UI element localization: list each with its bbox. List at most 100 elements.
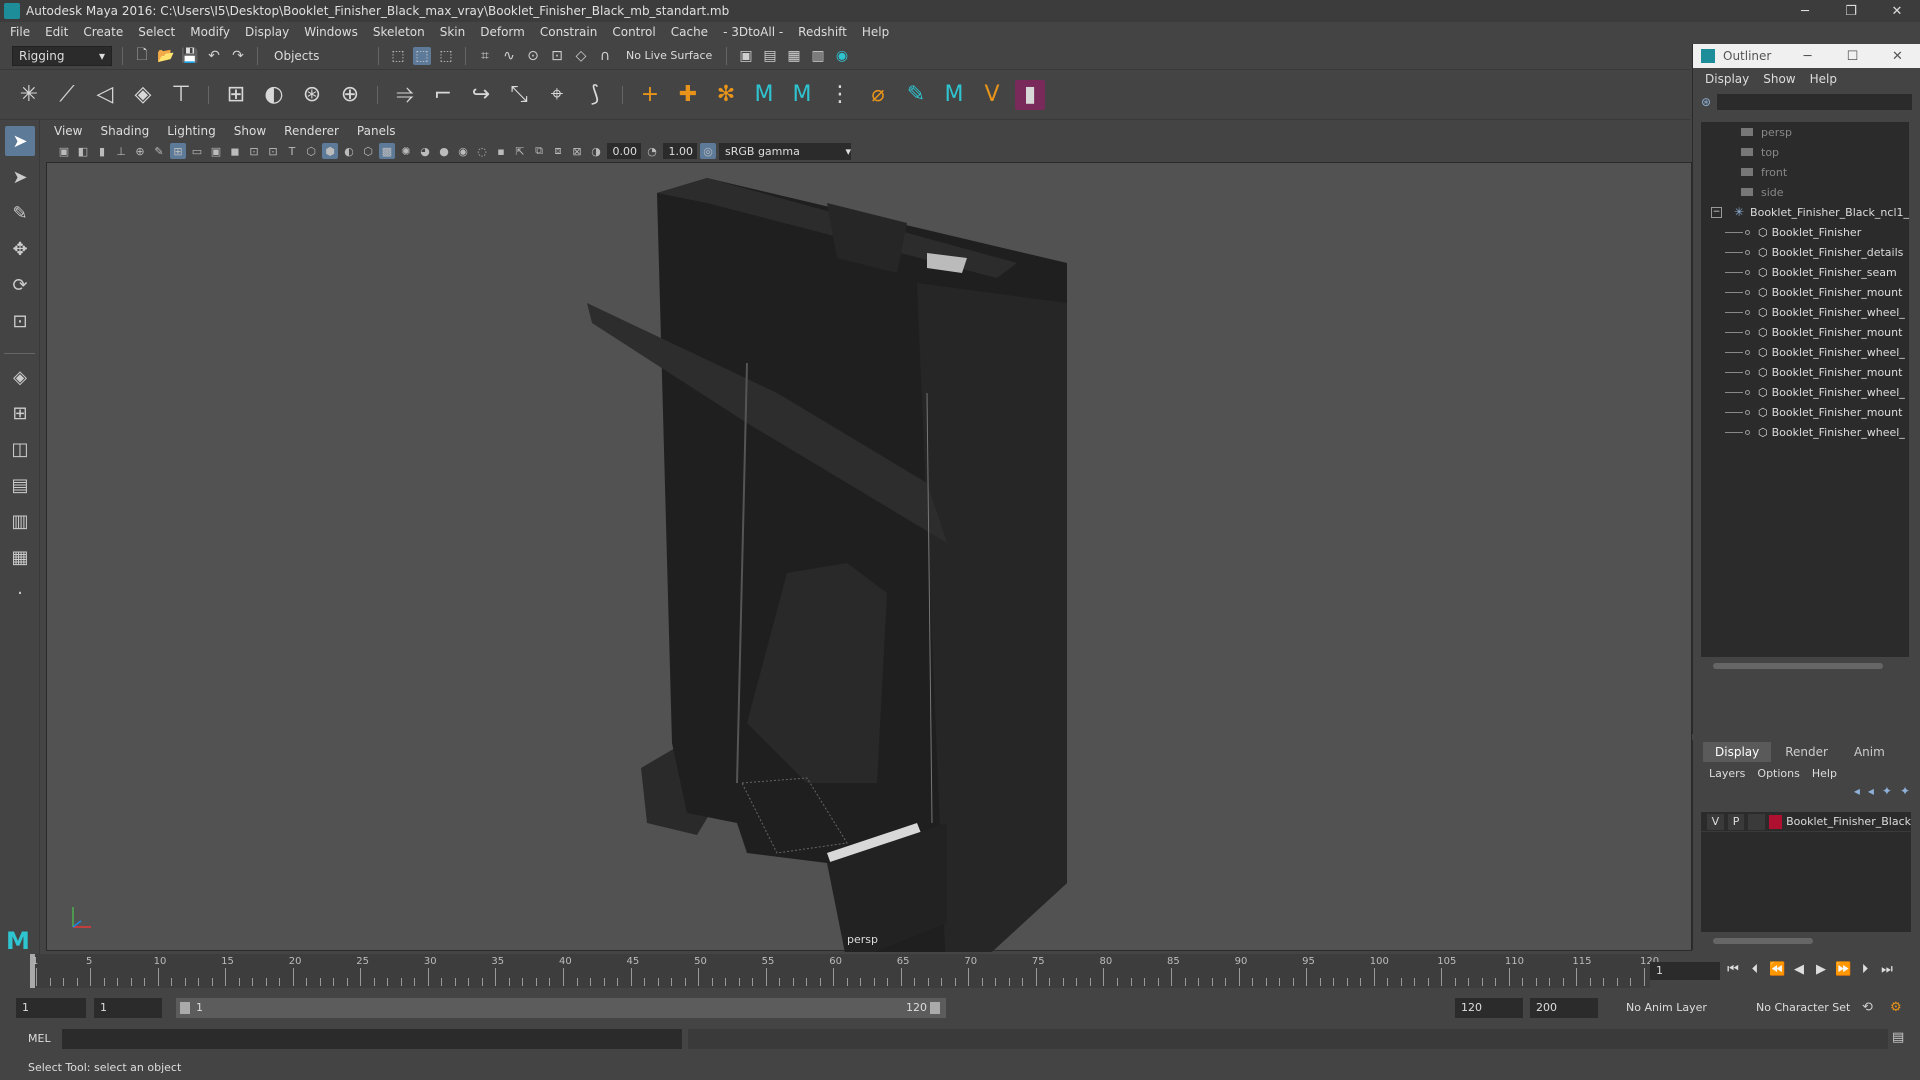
tree-item-child[interactable]: ⬡ Booklet_Finisher_details bbox=[1701, 242, 1909, 262]
motion-blur-icon[interactable]: ◉ bbox=[455, 143, 471, 159]
command-input[interactable] bbox=[62, 1029, 682, 1049]
blend-shape-icon[interactable]: ⤡ bbox=[504, 80, 534, 110]
layer-visibility-toggle[interactable]: V bbox=[1707, 813, 1724, 830]
layer-horizontal-scrollbar[interactable] bbox=[1701, 935, 1911, 947]
select-component-icon[interactable]: ⬚ bbox=[437, 47, 455, 65]
panel-menu-view[interactable]: View bbox=[54, 124, 82, 138]
gamma-icon[interactable]: ◔ bbox=[644, 143, 660, 159]
restore-button[interactable]: ❐ bbox=[1828, 0, 1874, 22]
select-hierarchy-icon[interactable]: ⬚ bbox=[389, 47, 407, 65]
step-back-frame-icon[interactable]: ⏴ bbox=[1747, 962, 1763, 977]
selection-mode-dropdown[interactable]: Objects bbox=[268, 45, 368, 66]
range-start-handle[interactable] bbox=[180, 1002, 190, 1014]
live-surface-label[interactable]: No Live Surface bbox=[626, 49, 716, 62]
menu-deform[interactable]: Deform bbox=[480, 25, 525, 39]
screen-space-ao-icon[interactable]: ● bbox=[436, 143, 452, 159]
sculpt-deformer-icon[interactable]: ⟆ bbox=[580, 80, 610, 110]
snap-surface-icon[interactable]: ◇ bbox=[572, 47, 590, 65]
range-bar[interactable]: 1 120 bbox=[176, 998, 946, 1018]
nonlinear-bend-icon[interactable]: ⌐ bbox=[428, 80, 458, 110]
perspective-viewport[interactable]: persp bbox=[46, 162, 1692, 952]
layer-display-type[interactable] bbox=[1748, 813, 1766, 830]
tree-item-side[interactable]: side bbox=[1701, 182, 1909, 202]
save-scene-icon[interactable]: 💾 bbox=[181, 47, 199, 65]
outliner-menu-help[interactable]: Help bbox=[1810, 72, 1837, 86]
isolate-select-icon[interactable]: ⇱ bbox=[512, 143, 528, 159]
script-language-label[interactable]: MEL bbox=[28, 1032, 51, 1045]
panel-menu-renderer[interactable]: Renderer bbox=[284, 124, 339, 138]
tree-item-child[interactable]: ⬡ Booklet_Finisher_mount bbox=[1701, 282, 1909, 302]
maya-script-3-icon[interactable]: M bbox=[939, 80, 969, 110]
menu-create[interactable]: Create bbox=[83, 25, 123, 39]
tree-item-child[interactable]: ⬡ Booklet_Finisher_wheel_ bbox=[1701, 302, 1909, 322]
snap-point-icon[interactable]: ⊙ bbox=[524, 47, 542, 65]
exposure-field[interactable]: 0.00 bbox=[607, 143, 641, 159]
tree-item-child[interactable]: ⬡ Booklet_Finisher_wheel_ bbox=[1701, 342, 1909, 362]
play-forwards-icon[interactable]: ▶ bbox=[1813, 962, 1829, 977]
close-button[interactable]: ✕ bbox=[1874, 0, 1920, 22]
magnet-icon[interactable]: ∩ bbox=[596, 47, 614, 65]
new-layer-icon[interactable]: ✦ bbox=[1882, 784, 1892, 804]
tab-display[interactable]: Display bbox=[1703, 742, 1772, 762]
camera-attributes-icon[interactable]: ◧ bbox=[75, 143, 91, 159]
safe-action-icon[interactable]: ⊡ bbox=[265, 143, 281, 159]
joint-tool-icon[interactable]: ✳ bbox=[14, 80, 44, 110]
film-gate-icon[interactable]: ▭ bbox=[189, 143, 205, 159]
hair-icon[interactable]: ⌀ bbox=[863, 80, 893, 110]
menu-windows[interactable]: Windows bbox=[304, 25, 358, 39]
color-management-icon[interactable]: ◎ bbox=[700, 143, 716, 159]
grid-icon[interactable]: ⊞ bbox=[170, 143, 186, 159]
menu-display[interactable]: Display bbox=[245, 25, 289, 39]
menu-3dtoall[interactable]: - 3DtoAll - bbox=[723, 25, 783, 39]
go-to-end-icon[interactable]: ⏭ bbox=[1879, 962, 1895, 977]
scrollbar-thumb[interactable] bbox=[1713, 938, 1813, 944]
single-view-icon[interactable]: ◈ bbox=[5, 362, 35, 392]
scrollbar-thumb[interactable] bbox=[1713, 663, 1883, 669]
tab-render[interactable]: Render bbox=[1773, 742, 1840, 762]
brush-icon[interactable]: ✎ bbox=[901, 80, 931, 110]
paint-select-icon[interactable]: ✎ bbox=[5, 198, 35, 228]
move-tool-icon[interactable]: ✥ bbox=[5, 234, 35, 264]
snap-grid-icon[interactable]: ⌗ bbox=[476, 47, 494, 65]
open-scene-icon[interactable]: 📂 bbox=[157, 47, 175, 65]
multisample-aa-icon[interactable]: ◌ bbox=[474, 143, 490, 159]
shadows-icon[interactable]: ◕ bbox=[417, 143, 433, 159]
character-set-dropdown[interactable]: No Character Set bbox=[1750, 998, 1870, 1018]
preferences-icon[interactable]: ⚙ bbox=[1890, 1000, 1902, 1015]
snap-view-icon[interactable]: ⊡ bbox=[548, 47, 566, 65]
select-tool-icon[interactable]: ➤ bbox=[5, 126, 35, 156]
move-layer-down-icon[interactable]: ◂ bbox=[1868, 784, 1874, 804]
tree-item-child[interactable]: ⬡ Booklet_Finisher bbox=[1701, 222, 1909, 242]
outliner-maximize-button[interactable]: ☐ bbox=[1830, 44, 1875, 68]
textured-icon[interactable]: ▩ bbox=[379, 143, 395, 159]
tree-item-child[interactable]: ⬡ Booklet_Finisher_wheel_ bbox=[1701, 382, 1909, 402]
layer-menu-help[interactable]: Help bbox=[1812, 767, 1837, 780]
gate-mask-icon[interactable]: ◼ bbox=[227, 143, 243, 159]
tree-item-top[interactable]: top bbox=[1701, 142, 1909, 162]
tree-item-persp[interactable]: persp bbox=[1701, 122, 1909, 142]
wireframe-on-shaded-icon[interactable]: ⬡ bbox=[360, 143, 376, 159]
tree-item-child[interactable]: ⬡ Booklet_Finisher_seam bbox=[1701, 262, 1909, 282]
v-tool-icon[interactable]: V bbox=[977, 80, 1007, 110]
time-ruler[interactable]: 1 5 10 15 20 25 30 35 40 45 50 55 60 65 70 75 80 85 90 95 10… bbox=[30, 954, 1659, 988]
step-forward-key-icon[interactable]: ⏩ bbox=[1835, 962, 1851, 977]
animation-start-field[interactable]: 1 bbox=[16, 998, 86, 1018]
layer-menu-options[interactable]: Options bbox=[1757, 767, 1799, 780]
maya-script-2-icon[interactable]: M bbox=[787, 80, 817, 110]
hypershade-icon[interactable]: ◉ bbox=[833, 47, 851, 65]
redo-icon[interactable]: ↷ bbox=[229, 47, 247, 65]
minimize-button[interactable]: ─ bbox=[1782, 0, 1828, 22]
scale-tool-icon[interactable]: ⊡ bbox=[5, 306, 35, 336]
menu-edit[interactable]: Edit bbox=[45, 25, 68, 39]
render-frame-icon[interactable]: ▤ bbox=[761, 47, 779, 65]
menu-control[interactable]: Control bbox=[612, 25, 655, 39]
playback-end-field[interactable]: 120 bbox=[1455, 998, 1523, 1018]
tree-item-group[interactable]: − ✳ Booklet_Finisher_Black_ncl1_ bbox=[1701, 202, 1909, 222]
outliner-menu-show[interactable]: Show bbox=[1763, 72, 1795, 86]
step-forward-frame-icon[interactable]: ⏵ bbox=[1857, 962, 1873, 977]
mirror-joint-icon[interactable]: ◈ bbox=[128, 80, 158, 110]
orient-constraint-icon[interactable]: ✻ bbox=[711, 80, 741, 110]
tree-item-child[interactable]: ⬡ Booklet_Finisher_mount bbox=[1701, 322, 1909, 342]
layer-color-swatch[interactable] bbox=[1769, 814, 1783, 829]
orient-joint-icon[interactable]: ⊤ bbox=[166, 80, 196, 110]
